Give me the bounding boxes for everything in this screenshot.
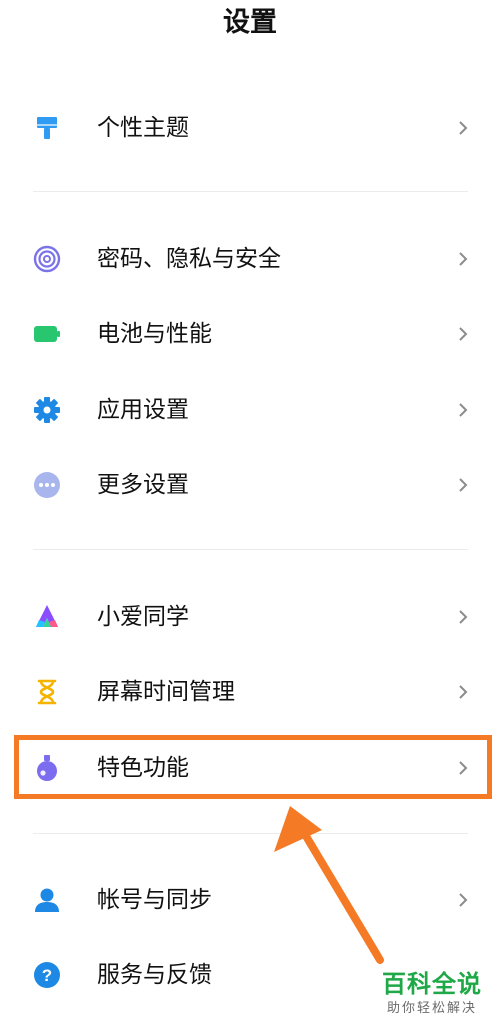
settings-item-label: 帐号与同步 xyxy=(97,887,212,913)
chevron-right-icon xyxy=(459,893,468,907)
divider xyxy=(33,549,468,550)
divider xyxy=(33,191,468,192)
settings-item-label: 应用设置 xyxy=(97,397,189,423)
header: 设置 xyxy=(0,0,500,48)
settings-item-theme[interactable]: 个性主题 xyxy=(0,91,500,165)
settings-item-label: 更多设置 xyxy=(97,472,189,498)
settings-item-screen-time[interactable]: 屏幕时间管理 xyxy=(0,655,500,729)
paintbrush-icon xyxy=(37,117,57,139)
user-icon xyxy=(35,888,59,912)
svg-text:?: ? xyxy=(42,966,52,985)
settings-item-xiaoai[interactable]: 小爱同学 xyxy=(0,580,500,654)
settings-item-label: 密码、隐私与安全 xyxy=(97,246,281,272)
chevron-right-icon xyxy=(459,252,468,266)
chevron-right-icon xyxy=(459,327,468,341)
watermark-title: 百科全说 xyxy=(382,970,482,998)
more-dots-icon xyxy=(34,472,60,498)
watermark: 百科全说 助你轻松解决 xyxy=(376,968,488,1018)
chevron-right-icon xyxy=(459,610,468,624)
gear-icon xyxy=(34,397,60,423)
chevron-right-icon xyxy=(459,121,468,135)
settings-item-battery-performance[interactable]: 电池与性能 xyxy=(0,297,500,371)
settings-item-label: 服务与反馈 xyxy=(97,962,212,988)
settings-item-privacy-security[interactable]: 密码、隐私与安全 xyxy=(0,222,500,296)
settings-item-label: 电池与性能 xyxy=(97,321,212,347)
page-title: 设置 xyxy=(223,7,277,38)
settings-item-account-sync[interactable]: 帐号与同步 xyxy=(0,863,500,937)
divider xyxy=(33,833,468,834)
settings-item-label: 屏幕时间管理 xyxy=(97,679,235,705)
battery-icon xyxy=(34,326,60,342)
watermark-subtitle: 助你轻松解决 xyxy=(386,1001,477,1016)
chevron-right-icon xyxy=(459,685,468,699)
settings-item-label: 小爱同学 xyxy=(97,604,189,630)
settings-item-more-settings[interactable]: 更多设置 xyxy=(0,448,500,522)
settings-item-label: 个性主题 xyxy=(97,115,189,141)
chevron-right-icon xyxy=(459,478,468,492)
chevron-right-icon xyxy=(459,403,468,417)
help-icon: ? xyxy=(34,962,60,988)
highlight-box xyxy=(14,735,492,799)
settings-item-app-settings[interactable]: 应用设置 xyxy=(0,373,500,447)
hourglass-icon xyxy=(37,679,57,705)
fingerprint-icon xyxy=(33,245,61,273)
xiaoai-assistant-icon xyxy=(36,605,58,627)
